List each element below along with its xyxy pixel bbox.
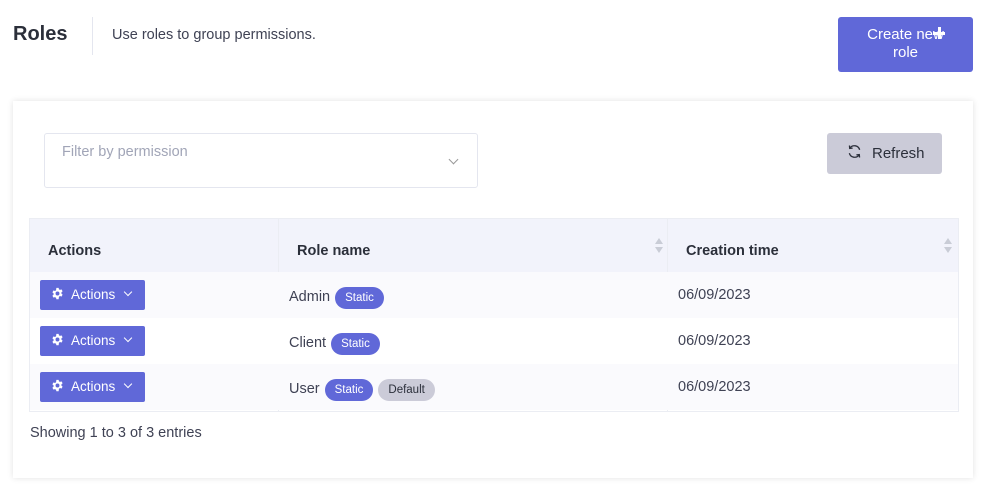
roles-table: Actions Role name Creation time Actions … bbox=[29, 218, 959, 412]
table-header: Actions Role name Creation time bbox=[30, 219, 958, 272]
row-actions-button[interactable]: Actions bbox=[40, 280, 145, 310]
row-actions-button[interactable]: Actions bbox=[40, 326, 145, 356]
row-actions-button[interactable]: Actions bbox=[40, 372, 145, 402]
default-badge: Default bbox=[378, 379, 435, 401]
column-header-role-name[interactable]: Role name bbox=[297, 243, 370, 259]
table-row: Actions Admin Static 06/09/2023 bbox=[30, 272, 958, 318]
role-name: User bbox=[289, 381, 320, 397]
roles-card: Filter by permission Refresh Actions Rol… bbox=[13, 101, 973, 478]
static-badge: Static bbox=[335, 287, 384, 309]
table-row: Actions Client Static 06/09/2023 bbox=[30, 318, 958, 364]
row-actions-label: Actions bbox=[71, 333, 116, 348]
gear-icon bbox=[52, 287, 63, 300]
permission-filter-select[interactable]: Filter by permission bbox=[44, 133, 478, 188]
plus-icon bbox=[933, 27, 945, 39]
entries-info: Showing 1 to 3 of 3 entries bbox=[30, 425, 202, 441]
page-description: Use roles to group permissions. bbox=[112, 27, 316, 43]
static-badge: Static bbox=[324, 379, 374, 401]
role-name: Admin bbox=[289, 289, 331, 305]
role-name-cell: User Static Default bbox=[289, 378, 440, 401]
role-name: Client bbox=[289, 335, 327, 351]
sort-icon[interactable] bbox=[655, 238, 663, 254]
row-actions-label: Actions bbox=[71, 287, 116, 302]
title-divider bbox=[92, 17, 93, 55]
creation-time-cell: 06/09/2023 bbox=[678, 379, 751, 395]
gear-icon bbox=[52, 333, 63, 346]
chevron-down-icon bbox=[123, 379, 133, 389]
refresh-label: Refresh bbox=[872, 145, 925, 162]
page-header: Roles Use roles to group permissions. Cr… bbox=[0, 0, 987, 90]
role-name-cell: Client Static bbox=[289, 332, 385, 355]
gear-icon bbox=[52, 379, 63, 392]
page-title: Roles bbox=[13, 23, 68, 45]
creation-time-cell: 06/09/2023 bbox=[678, 333, 751, 349]
static-badge: Static bbox=[331, 333, 380, 355]
table-row: Actions User Static Default 06/09/2023 bbox=[30, 364, 958, 410]
creation-time-cell: 06/09/2023 bbox=[678, 287, 751, 303]
create-new-role-button[interactable]: Create new role bbox=[838, 17, 973, 72]
permission-filter-placeholder: Filter by permission bbox=[62, 144, 188, 160]
column-header-actions: Actions bbox=[48, 243, 102, 259]
refresh-button[interactable]: Refresh bbox=[827, 133, 942, 174]
refresh-icon bbox=[848, 145, 861, 158]
row-actions-label: Actions bbox=[71, 379, 116, 394]
chevron-down-icon bbox=[448, 154, 459, 165]
sort-icon[interactable] bbox=[944, 238, 952, 254]
chevron-down-icon bbox=[123, 287, 133, 297]
chevron-down-icon bbox=[123, 333, 133, 343]
column-header-creation-time[interactable]: Creation time bbox=[686, 243, 779, 259]
role-name-cell: Admin Static bbox=[289, 286, 389, 309]
